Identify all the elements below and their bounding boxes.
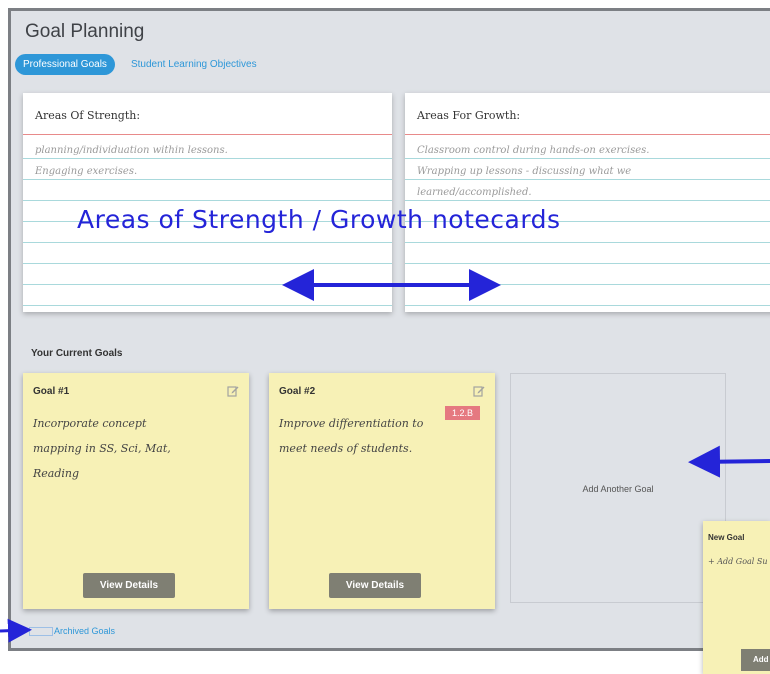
annotation-arrows <box>0 269 770 643</box>
arrow-right-icon <box>0 618 32 643</box>
arrow-left-icon <box>688 445 770 478</box>
